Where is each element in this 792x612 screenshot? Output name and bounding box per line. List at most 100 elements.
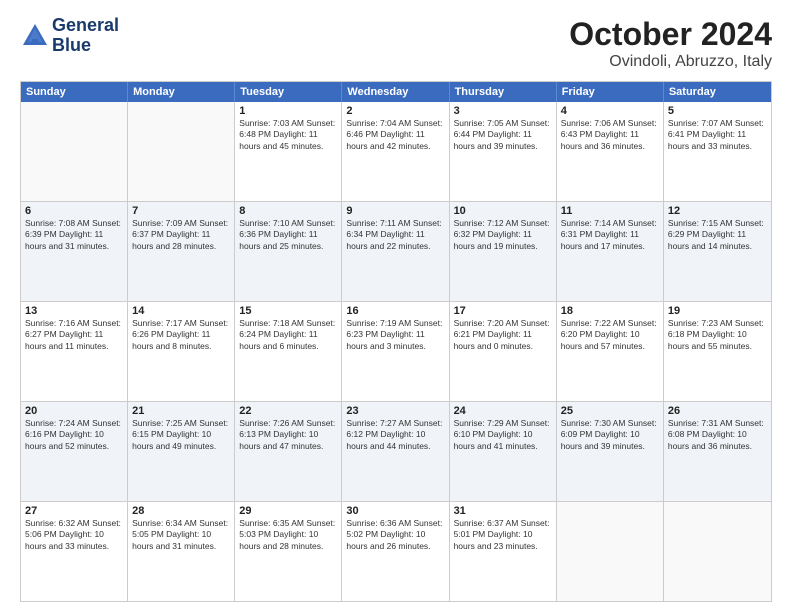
calendar-row-1: 1Sunrise: 7:03 AM Sunset: 6:48 PM Daylig… xyxy=(21,102,771,201)
day-info: Sunrise: 7:29 AM Sunset: 6:10 PM Dayligh… xyxy=(454,418,552,452)
calendar-row-3: 13Sunrise: 7:16 AM Sunset: 6:27 PM Dayli… xyxy=(21,301,771,401)
day-number: 14 xyxy=(132,305,230,317)
title-block: October 2024 Ovindoli, Abruzzo, Italy xyxy=(569,16,772,71)
day-info: Sunrise: 7:09 AM Sunset: 6:37 PM Dayligh… xyxy=(132,218,230,252)
calendar-row-2: 6Sunrise: 7:08 AM Sunset: 6:39 PM Daylig… xyxy=(21,201,771,301)
day-info: Sunrise: 7:27 AM Sunset: 6:12 PM Dayligh… xyxy=(346,418,444,452)
day-cell-10: 10Sunrise: 7:12 AM Sunset: 6:32 PM Dayli… xyxy=(450,202,557,301)
day-cell-19: 19Sunrise: 7:23 AM Sunset: 6:18 PM Dayli… xyxy=(664,302,771,401)
day-cell-23: 23Sunrise: 7:27 AM Sunset: 6:12 PM Dayli… xyxy=(342,402,449,501)
header-cell-wednesday: Wednesday xyxy=(342,82,449,102)
header-cell-thursday: Thursday xyxy=(450,82,557,102)
day-info: Sunrise: 7:14 AM Sunset: 6:31 PM Dayligh… xyxy=(561,218,659,252)
day-number: 11 xyxy=(561,205,659,217)
day-number: 27 xyxy=(25,505,123,517)
day-info: Sunrise: 7:15 AM Sunset: 6:29 PM Dayligh… xyxy=(668,218,767,252)
day-number: 22 xyxy=(239,405,337,417)
empty-cell xyxy=(664,502,771,601)
logo-line2: Blue xyxy=(52,36,119,56)
calendar-row-4: 20Sunrise: 7:24 AM Sunset: 6:16 PM Dayli… xyxy=(21,401,771,501)
day-number: 29 xyxy=(239,505,337,517)
day-cell-15: 15Sunrise: 7:18 AM Sunset: 6:24 PM Dayli… xyxy=(235,302,342,401)
day-cell-4: 4Sunrise: 7:06 AM Sunset: 6:43 PM Daylig… xyxy=(557,102,664,201)
day-number: 31 xyxy=(454,505,552,517)
day-cell-20: 20Sunrise: 7:24 AM Sunset: 6:16 PM Dayli… xyxy=(21,402,128,501)
day-cell-13: 13Sunrise: 7:16 AM Sunset: 6:27 PM Dayli… xyxy=(21,302,128,401)
day-cell-7: 7Sunrise: 7:09 AM Sunset: 6:37 PM Daylig… xyxy=(128,202,235,301)
day-number: 8 xyxy=(239,205,337,217)
empty-cell xyxy=(21,102,128,201)
day-number: 18 xyxy=(561,305,659,317)
day-number: 7 xyxy=(132,205,230,217)
day-cell-27: 27Sunrise: 6:32 AM Sunset: 5:06 PM Dayli… xyxy=(21,502,128,601)
day-cell-1: 1Sunrise: 7:03 AM Sunset: 6:48 PM Daylig… xyxy=(235,102,342,201)
logo-text: General Blue xyxy=(52,16,119,56)
day-number: 17 xyxy=(454,305,552,317)
day-info: Sunrise: 7:23 AM Sunset: 6:18 PM Dayligh… xyxy=(668,318,767,352)
day-number: 9 xyxy=(346,205,444,217)
day-number: 6 xyxy=(25,205,123,217)
day-number: 24 xyxy=(454,405,552,417)
day-cell-29: 29Sunrise: 6:35 AM Sunset: 5:03 PM Dayli… xyxy=(235,502,342,601)
day-info: Sunrise: 7:03 AM Sunset: 6:48 PM Dayligh… xyxy=(239,118,337,152)
header-cell-sunday: Sunday xyxy=(21,82,128,102)
day-info: Sunrise: 7:17 AM Sunset: 6:26 PM Dayligh… xyxy=(132,318,230,352)
day-number: 1 xyxy=(239,105,337,117)
empty-cell xyxy=(128,102,235,201)
day-number: 15 xyxy=(239,305,337,317)
day-info: Sunrise: 7:05 AM Sunset: 6:44 PM Dayligh… xyxy=(454,118,552,152)
day-info: Sunrise: 6:37 AM Sunset: 5:01 PM Dayligh… xyxy=(454,518,552,552)
day-cell-14: 14Sunrise: 7:17 AM Sunset: 6:26 PM Dayli… xyxy=(128,302,235,401)
day-info: Sunrise: 7:10 AM Sunset: 6:36 PM Dayligh… xyxy=(239,218,337,252)
day-cell-16: 16Sunrise: 7:19 AM Sunset: 6:23 PM Dayli… xyxy=(342,302,449,401)
day-cell-31: 31Sunrise: 6:37 AM Sunset: 5:01 PM Dayli… xyxy=(450,502,557,601)
empty-cell xyxy=(557,502,664,601)
day-info: Sunrise: 6:35 AM Sunset: 5:03 PM Dayligh… xyxy=(239,518,337,552)
day-info: Sunrise: 7:11 AM Sunset: 6:34 PM Dayligh… xyxy=(346,218,444,252)
day-info: Sunrise: 7:19 AM Sunset: 6:23 PM Dayligh… xyxy=(346,318,444,352)
day-info: Sunrise: 7:30 AM Sunset: 6:09 PM Dayligh… xyxy=(561,418,659,452)
day-number: 30 xyxy=(346,505,444,517)
header: General Blue October 2024 Ovindoli, Abru… xyxy=(20,16,772,71)
day-cell-26: 26Sunrise: 7:31 AM Sunset: 6:08 PM Dayli… xyxy=(664,402,771,501)
calendar-subtitle: Ovindoli, Abruzzo, Italy xyxy=(569,53,772,71)
page: General Blue October 2024 Ovindoli, Abru… xyxy=(0,0,792,612)
day-info: Sunrise: 7:25 AM Sunset: 6:15 PM Dayligh… xyxy=(132,418,230,452)
day-cell-11: 11Sunrise: 7:14 AM Sunset: 6:31 PM Dayli… xyxy=(557,202,664,301)
logo: General Blue xyxy=(20,16,119,56)
day-info: Sunrise: 7:06 AM Sunset: 6:43 PM Dayligh… xyxy=(561,118,659,152)
calendar-row-5: 27Sunrise: 6:32 AM Sunset: 5:06 PM Dayli… xyxy=(21,501,771,601)
day-info: Sunrise: 7:08 AM Sunset: 6:39 PM Dayligh… xyxy=(25,218,123,252)
day-info: Sunrise: 6:36 AM Sunset: 5:02 PM Dayligh… xyxy=(346,518,444,552)
day-cell-21: 21Sunrise: 7:25 AM Sunset: 6:15 PM Dayli… xyxy=(128,402,235,501)
day-info: Sunrise: 7:04 AM Sunset: 6:46 PM Dayligh… xyxy=(346,118,444,152)
logo-icon xyxy=(20,21,50,51)
day-info: Sunrise: 6:34 AM Sunset: 5:05 PM Dayligh… xyxy=(132,518,230,552)
day-cell-9: 9Sunrise: 7:11 AM Sunset: 6:34 PM Daylig… xyxy=(342,202,449,301)
day-number: 26 xyxy=(668,405,767,417)
calendar-header: SundayMondayTuesdayWednesdayThursdayFrid… xyxy=(21,82,771,102)
day-cell-17: 17Sunrise: 7:20 AM Sunset: 6:21 PM Dayli… xyxy=(450,302,557,401)
day-number: 23 xyxy=(346,405,444,417)
calendar: SundayMondayTuesdayWednesdayThursdayFrid… xyxy=(20,81,772,602)
day-number: 12 xyxy=(668,205,767,217)
day-cell-6: 6Sunrise: 7:08 AM Sunset: 6:39 PM Daylig… xyxy=(21,202,128,301)
day-number: 16 xyxy=(346,305,444,317)
day-cell-28: 28Sunrise: 6:34 AM Sunset: 5:05 PM Dayli… xyxy=(128,502,235,601)
day-number: 20 xyxy=(25,405,123,417)
day-cell-5: 5Sunrise: 7:07 AM Sunset: 6:41 PM Daylig… xyxy=(664,102,771,201)
day-cell-2: 2Sunrise: 7:04 AM Sunset: 6:46 PM Daylig… xyxy=(342,102,449,201)
day-info: Sunrise: 7:22 AM Sunset: 6:20 PM Dayligh… xyxy=(561,318,659,352)
day-number: 28 xyxy=(132,505,230,517)
day-info: Sunrise: 7:18 AM Sunset: 6:24 PM Dayligh… xyxy=(239,318,337,352)
day-cell-22: 22Sunrise: 7:26 AM Sunset: 6:13 PM Dayli… xyxy=(235,402,342,501)
day-cell-12: 12Sunrise: 7:15 AM Sunset: 6:29 PM Dayli… xyxy=(664,202,771,301)
day-number: 19 xyxy=(668,305,767,317)
calendar-title: October 2024 xyxy=(569,16,772,53)
day-info: Sunrise: 6:32 AM Sunset: 5:06 PM Dayligh… xyxy=(25,518,123,552)
day-number: 13 xyxy=(25,305,123,317)
day-info: Sunrise: 7:31 AM Sunset: 6:08 PM Dayligh… xyxy=(668,418,767,452)
day-cell-30: 30Sunrise: 6:36 AM Sunset: 5:02 PM Dayli… xyxy=(342,502,449,601)
header-cell-monday: Monday xyxy=(128,82,235,102)
calendar-body: 1Sunrise: 7:03 AM Sunset: 6:48 PM Daylig… xyxy=(21,102,771,601)
